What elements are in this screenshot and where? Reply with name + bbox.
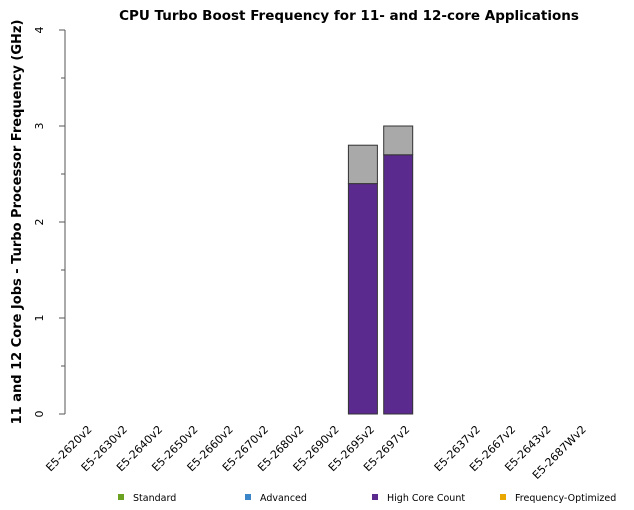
bars — [347, 125, 414, 415]
legend-label: Standard — [133, 493, 176, 504]
bar-base-E5-2695v2 — [347, 183, 378, 415]
legend-swatch — [245, 494, 251, 500]
chart-title: CPU Turbo Boost Frequency for 11- and 12… — [119, 8, 579, 24]
legend-swatch — [372, 494, 378, 500]
chart: CPU Turbo Boost Frequency for 11- and 12… — [10, 8, 616, 504]
legend-item: Frequency-Optimized — [500, 493, 616, 504]
legend-label: High Core Count — [387, 493, 465, 504]
y-tick-label: 0 — [33, 411, 46, 418]
legend-label: Frequency-Optimized — [515, 493, 616, 504]
y-axis: 0 1 2 3 4 — [33, 27, 66, 418]
legend-item: High Core Count — [372, 493, 465, 504]
bar-turbo-E5-2695v2 — [347, 144, 378, 185]
legend-item: Standard — [118, 493, 176, 504]
legend-swatch — [118, 494, 124, 500]
y-tick-label: 2 — [33, 219, 46, 226]
y-tick-label: 4 — [33, 27, 46, 34]
legend-item: Advanced — [245, 493, 307, 504]
legend-label: Advanced — [260, 493, 307, 504]
legend-swatch — [500, 494, 506, 500]
bar-base-E5-2697v2 — [383, 154, 414, 415]
bar-turbo-E5-2697v2 — [383, 125, 414, 156]
y-tick-label: 3 — [33, 123, 46, 130]
y-axis-label: 11 and 12 Core Jobs - Turbo Processor Fr… — [10, 20, 25, 425]
x-axis-tick-labels: E5-2620v2E5-2630v2E5-2640v2E5-2650v2E5-2… — [43, 423, 588, 482]
legend: Standard Advanced High Core Count Frequency… — [118, 493, 616, 504]
y-tick-label: 1 — [33, 315, 46, 322]
